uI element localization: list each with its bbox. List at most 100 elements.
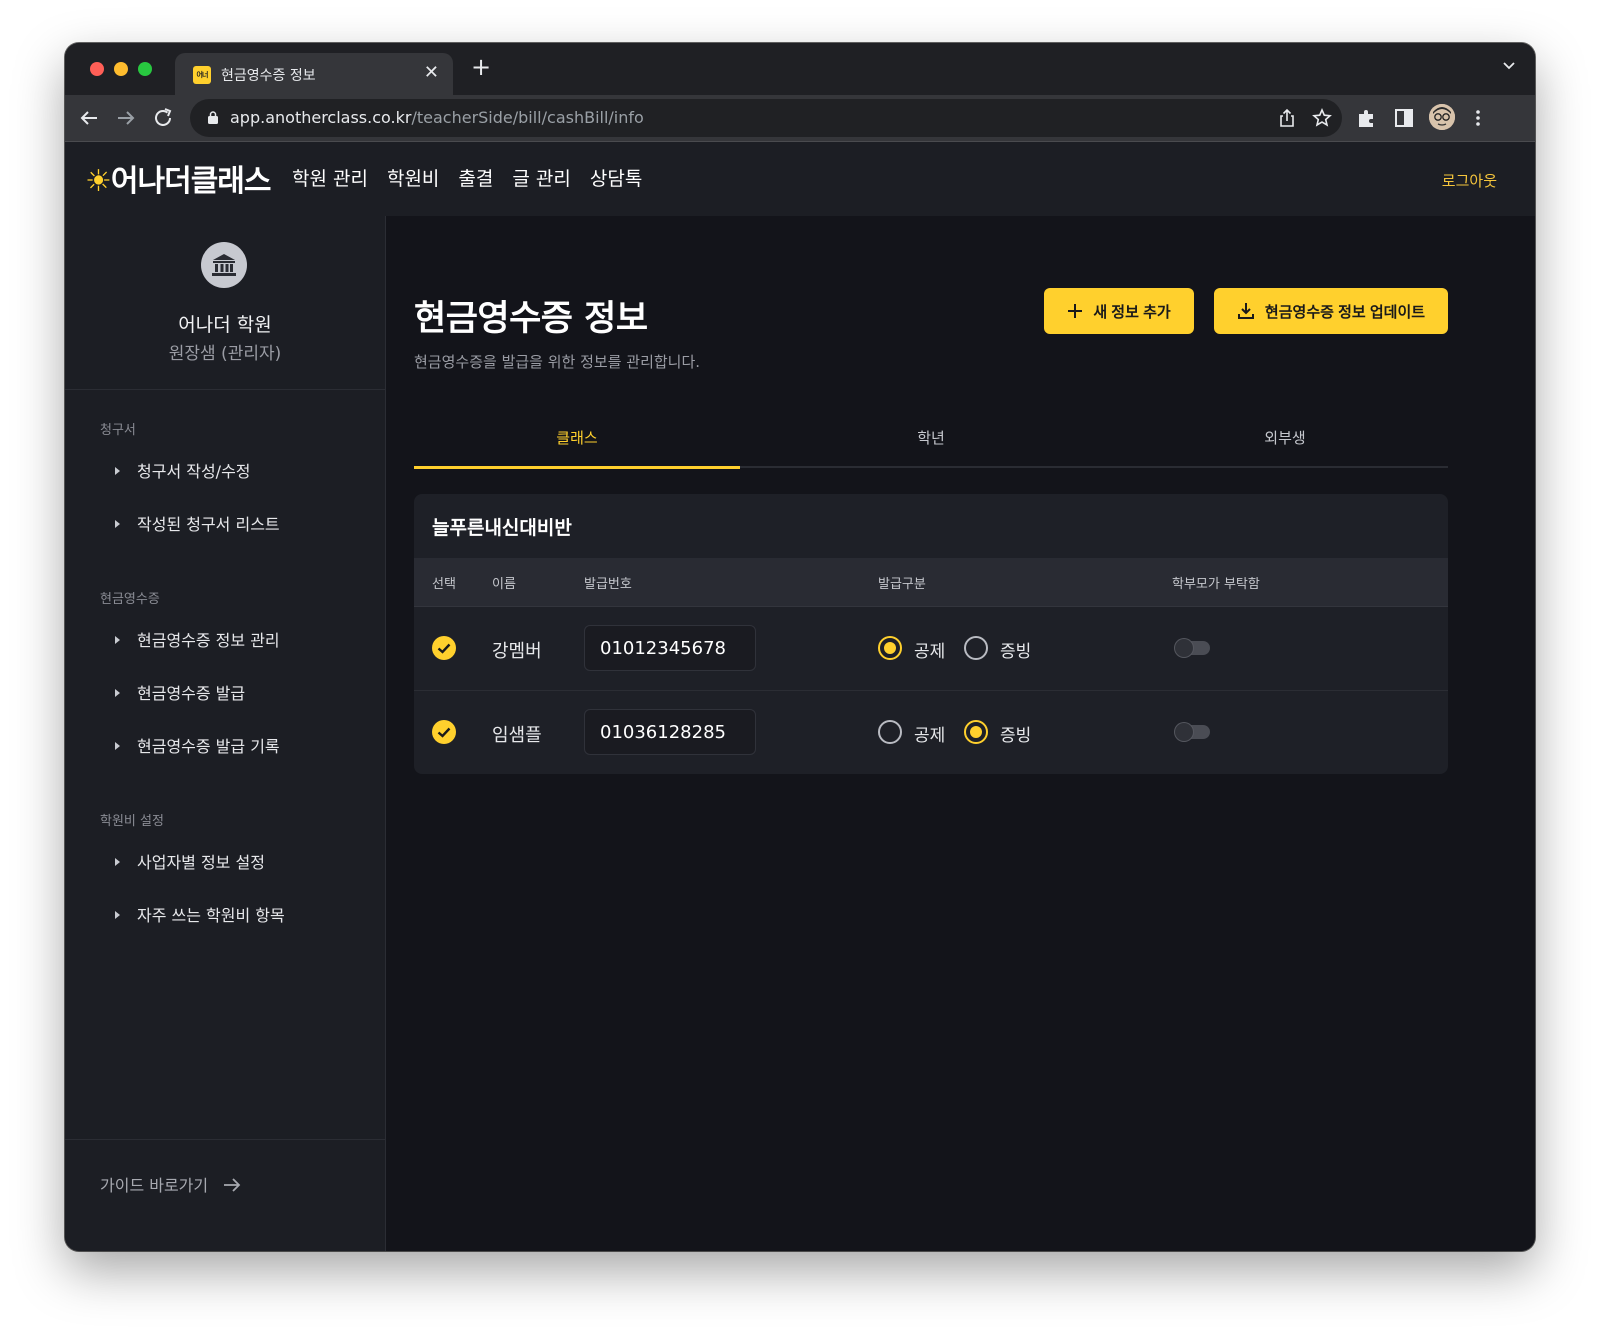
- sidebar-divider: [65, 1139, 385, 1140]
- sidebar: 어나더 학원 원장샘 (관리자) 청구서 청구서 작성/수정 작성된 청구서 리…: [65, 216, 386, 1251]
- browser-tab[interactable]: 어너 현금영수증 정보 ✕: [175, 53, 453, 95]
- extensions-puzzle-icon[interactable]: [1355, 106, 1379, 130]
- browser-tab-title: 현금영수증 정보: [221, 68, 316, 84]
- caret-right-icon: [115, 466, 120, 475]
- sidebar-item-label: 사업자별 정보 설정: [137, 853, 265, 872]
- browser-menu-icon[interactable]: [1466, 106, 1490, 130]
- profile-avatar[interactable]: [1429, 104, 1455, 130]
- favicon-icon: 어너: [193, 66, 211, 84]
- add-info-button[interactable]: 새 정보 추가: [1044, 288, 1194, 334]
- sidebar-item-invoice-edit[interactable]: 청구서 작성/수정: [115, 458, 251, 482]
- main-content: 현금영수증 정보 현금영수증을 발급을 위한 정보를 관리합니다. 새 정보 추…: [386, 216, 1535, 1251]
- back-arrow-icon[interactable]: [77, 106, 101, 130]
- radio-deduction[interactable]: [878, 720, 902, 744]
- tab-grade[interactable]: 학년: [768, 416, 1094, 466]
- tab-external[interactable]: 외부생: [1122, 416, 1448, 466]
- section-title-tuition-settings: 학원비 설정: [100, 814, 164, 829]
- maximize-window-button[interactable]: [138, 62, 152, 76]
- bank-icon: [201, 242, 247, 288]
- new-tab-icon[interactable]: +: [471, 55, 491, 79]
- logo-sun-icon: ☀: [85, 164, 112, 199]
- brand-logo[interactable]: ☀어나더클래스: [85, 156, 272, 200]
- browser-window: 어너 현금영수증 정보 ✕ + app.anotherclass.co.kr/t…: [65, 43, 1535, 1251]
- update-info-button[interactable]: 현금영수증 정보 업데이트: [1214, 288, 1448, 334]
- table-row: 임샘플 공제 증빙: [414, 690, 1448, 774]
- sidebar-item-cash-receipt-info[interactable]: 현금영수증 정보 관리: [115, 627, 280, 651]
- caret-right-icon: [115, 635, 120, 644]
- sidebar-item-label: 현금영수증 발급 기록: [137, 737, 280, 756]
- caret-right-icon: [115, 910, 120, 919]
- table-header: 선택 이름 발급번호 발급구분 학부모가 부탁함: [414, 558, 1448, 607]
- sidebar-divider: [65, 389, 385, 390]
- main-nav: 학원 관리 학원비 출결 글 관리 상담톡: [292, 164, 642, 191]
- column-name: 이름: [492, 577, 516, 592]
- sidebar-item-label: 청구서 작성/수정: [137, 462, 251, 481]
- arrow-right-icon: [224, 1178, 241, 1192]
- sidebar-item-cash-receipt-issue[interactable]: 현금영수증 발급: [115, 680, 245, 704]
- radio-evidence-label[interactable]: 증빙: [1000, 637, 1031, 662]
- download-icon: [1237, 303, 1254, 319]
- forward-arrow-icon[interactable]: [114, 106, 138, 130]
- tab-class[interactable]: 클래스: [414, 416, 740, 469]
- bookmark-star-icon[interactable]: [1312, 108, 1332, 128]
- page-title: 현금영수증 정보: [414, 299, 648, 339]
- update-info-label: 현금영수증 정보 업데이트: [1264, 303, 1426, 321]
- radio-evidence-label[interactable]: 증빙: [1000, 721, 1031, 746]
- nav-consult-talk[interactable]: 상담톡: [590, 164, 642, 191]
- lock-icon: [208, 111, 218, 124]
- section-title-cash-receipt: 현금영수증: [100, 592, 160, 607]
- issue-number-input[interactable]: [584, 625, 756, 671]
- profile-face-icon: [1429, 104, 1455, 130]
- class-card: 늘푸른내신대비반 선택 이름 발급번호 발급구분 학부모가 부탁함 강멤버 공제…: [414, 494, 1448, 774]
- check-circle-icon[interactable]: [432, 636, 456, 660]
- caret-right-icon: [115, 741, 120, 750]
- parent-request-toggle[interactable]: [1175, 639, 1210, 657]
- student-name: 임샘플: [492, 725, 542, 746]
- nav-attendance[interactable]: 출결: [458, 164, 493, 191]
- guide-link[interactable]: 가이드 바로가기: [100, 1172, 241, 1196]
- caret-right-icon: [115, 519, 120, 528]
- radio-evidence[interactable]: [964, 636, 988, 660]
- sidebar-item-label: 작성된 청구서 리스트: [137, 515, 280, 534]
- side-panel-icon[interactable]: [1392, 106, 1416, 130]
- issue-number-input[interactable]: [584, 709, 756, 755]
- tab-close-icon[interactable]: ✕: [424, 62, 439, 83]
- address-bar[interactable]: app.anotherclass.co.kr/teacherSide/bill/…: [190, 99, 1342, 137]
- tab-search-chevron-icon[interactable]: [1503, 60, 1515, 72]
- sidebar-item-business-settings[interactable]: 사업자별 정보 설정: [115, 849, 265, 873]
- reload-icon[interactable]: [151, 106, 175, 130]
- guide-link-label: 가이드 바로가기: [100, 1176, 209, 1195]
- browser-tabstrip: 어너 현금영수증 정보 ✕ +: [65, 43, 1535, 95]
- radio-deduction[interactable]: [878, 636, 902, 660]
- sidebar-item-label: 자주 쓰는 학원비 항목: [137, 906, 285, 925]
- url-host: app.anotherclass.co.kr: [230, 108, 412, 127]
- close-window-button[interactable]: [90, 62, 104, 76]
- minimize-window-button[interactable]: [114, 62, 128, 76]
- sidebar-item-invoice-list[interactable]: 작성된 청구서 리스트: [115, 511, 280, 535]
- page-description: 현금영수증을 발급을 위한 정보를 관리합니다.: [414, 353, 701, 371]
- nav-academy-management[interactable]: 학원 관리: [292, 164, 368, 191]
- nav-posts[interactable]: 글 관리: [512, 164, 570, 191]
- sidebar-item-cash-receipt-history[interactable]: 현금영수증 발급 기록: [115, 733, 280, 757]
- caret-right-icon: [115, 857, 120, 866]
- nav-tuition[interactable]: 학원비: [387, 164, 439, 191]
- app-header: ☀어나더클래스 학원 관리 학원비 출결 글 관리 상담톡 로그아웃: [65, 142, 1535, 217]
- radio-deduction-label[interactable]: 공제: [914, 637, 945, 662]
- column-select: 선택: [432, 577, 456, 592]
- check-circle-icon[interactable]: [432, 720, 456, 744]
- column-parent-request: 학부모가 부탁함: [1172, 577, 1260, 592]
- radio-deduction-label[interactable]: 공제: [914, 721, 945, 746]
- sidebar-item-frequent-tuition[interactable]: 자주 쓰는 학원비 항목: [115, 902, 285, 926]
- student-name: 강멤버: [492, 641, 542, 662]
- share-icon[interactable]: [1277, 108, 1297, 128]
- plus-icon: [1068, 304, 1083, 318]
- category-tabs: 클래스 학년 외부생: [414, 416, 1448, 469]
- logout-link[interactable]: 로그아웃: [1442, 170, 1497, 191]
- radio-evidence[interactable]: [964, 720, 988, 744]
- sidebar-item-label: 현금영수증 발급: [137, 684, 246, 703]
- browser-toolbar: app.anotherclass.co.kr/teacherSide/bill/…: [65, 95, 1535, 142]
- url-text: app.anotherclass.co.kr/teacherSide/bill/…: [230, 108, 644, 127]
- parent-request-toggle[interactable]: [1175, 723, 1210, 741]
- add-info-label: 새 정보 추가: [1093, 303, 1171, 321]
- column-type: 발급구분: [878, 577, 926, 592]
